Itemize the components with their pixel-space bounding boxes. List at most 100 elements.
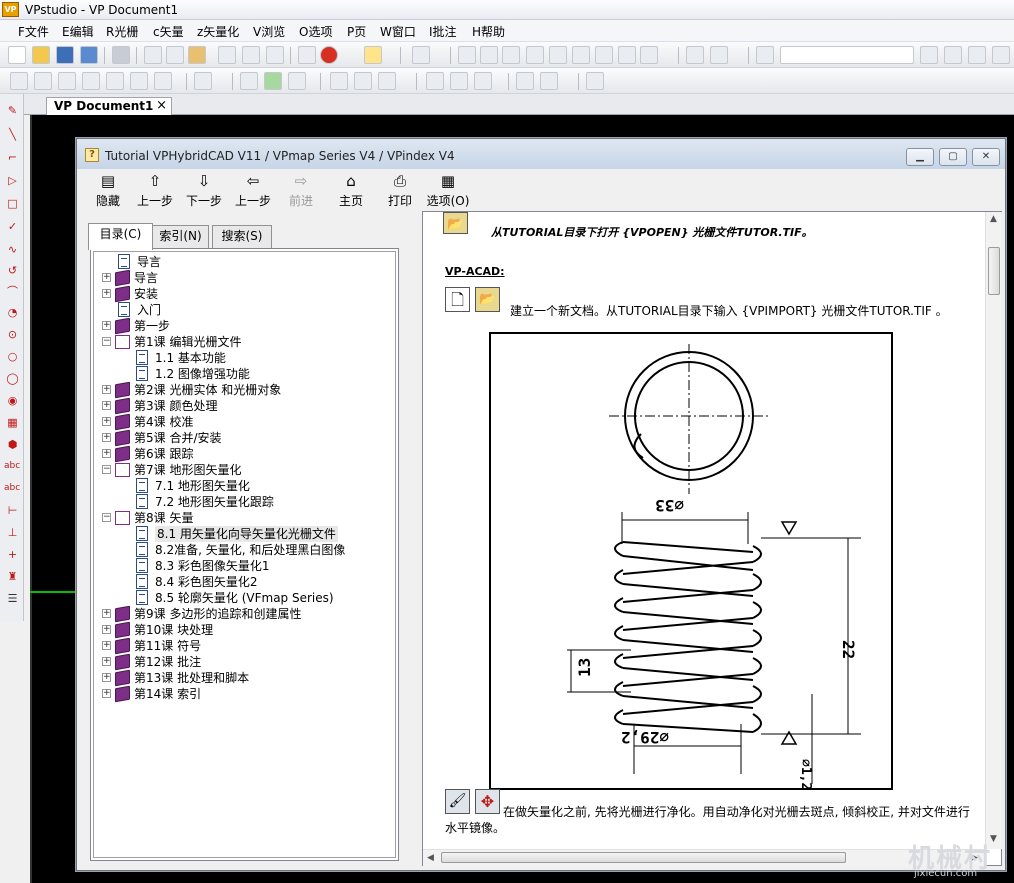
tab-vp-document1[interactable]: VP Document1 ×: [46, 97, 172, 116]
tab-index[interactable]: 索引(N): [152, 225, 209, 249]
save-as-icon[interactable]: [80, 46, 98, 64]
zoom-in-icon[interactable]: [549, 46, 567, 64]
tree-topic[interactable]: 导言: [94, 254, 395, 270]
crosshair-icon[interactable]: +: [6, 548, 19, 561]
help-wizard-icon[interactable]: [944, 46, 962, 64]
tree-topic[interactable]: 8.5 轮廓矢量化 (VFmap Series): [94, 590, 395, 606]
menu-vector[interactable]: c矢量: [153, 23, 184, 40]
tree-chapter[interactable]: + 第5课 合并/安装: [94, 429, 395, 447]
tree-topic[interactable]: 1.1 基本功能: [94, 350, 395, 366]
menu-annotate[interactable]: I批注: [429, 23, 457, 40]
expand-icon[interactable]: +: [102, 609, 111, 618]
zoom-out-icon[interactable]: [572, 46, 590, 64]
menu-raster[interactable]: R光栅: [106, 23, 138, 40]
tree-topic[interactable]: 7.2 地形图矢量化跟踪: [94, 494, 395, 510]
stop-icon[interactable]: [320, 46, 338, 64]
expand-icon[interactable]: +: [102, 657, 111, 666]
tree-chapter[interactable]: + 第9课 多边形的追踪和创建属性: [94, 605, 395, 623]
horizontal-scroll-thumb[interactable]: [441, 852, 846, 863]
wand-icon[interactable]: [474, 72, 492, 90]
print-icon[interactable]: [112, 46, 130, 64]
line-style-icon[interactable]: [194, 72, 212, 90]
tree-chapter[interactable]: + 安装: [94, 285, 395, 303]
scroll-left-icon[interactable]: ◀: [427, 853, 434, 863]
paste-icon[interactable]: [188, 46, 206, 64]
print-button[interactable]: ⎙ 打印: [383, 172, 417, 209]
ellipse-arc-icon[interactable]: ◔: [6, 306, 19, 319]
text-abc-icon[interactable]: abc: [4, 460, 20, 473]
arc-icon[interactable]: ↺: [6, 264, 19, 277]
snap-icon[interactable]: [10, 72, 28, 90]
redo-icon[interactable]: [242, 46, 260, 64]
select-icon[interactable]: [364, 46, 382, 64]
snap-tangent-icon[interactable]: [154, 72, 172, 90]
open-icon[interactable]: [32, 46, 50, 64]
polyline-icon[interactable]: ⌐: [6, 151, 19, 164]
circle-dot-icon[interactable]: ◉: [6, 394, 19, 407]
stamp-icon[interactable]: ♜: [6, 570, 19, 583]
polygon-icon[interactable]: ⬢: [6, 438, 19, 451]
circle-two-point-icon[interactable]: ◯: [6, 372, 19, 385]
expand-icon[interactable]: +: [102, 673, 111, 682]
tree-chapter[interactable]: + 第3课 颜色处理: [94, 397, 395, 415]
collapse-icon[interactable]: −: [102, 465, 111, 474]
tab-contents[interactable]: 目录(C): [88, 223, 153, 250]
zoom-icon[interactable]: [526, 46, 544, 64]
tree-chapter[interactable]: − 第7课 地形图矢量化: [94, 462, 395, 478]
attribute-icon[interactable]: ☰: [6, 592, 19, 605]
tree-chapter[interactable]: − 第8课 矢量: [94, 510, 395, 526]
pointer-icon[interactable]: [412, 46, 430, 64]
expand-icon[interactable]: +: [102, 385, 111, 394]
refresh-icon[interactable]: [266, 46, 284, 64]
rectangle-icon[interactable]: □: [6, 197, 19, 210]
menu-help[interactable]: H帮助: [472, 23, 505, 40]
pencil-icon[interactable]: ✎: [6, 104, 19, 117]
dimension-icon[interactable]: ⊢: [6, 504, 19, 517]
layers-icon[interactable]: [686, 46, 704, 64]
save-icon[interactable]: [56, 46, 74, 64]
tree-chapter[interactable]: + 第6课 跟踪: [94, 445, 395, 463]
forward-button[interactable]: ⇨ 前进: [284, 172, 318, 209]
batch-icon[interactable]: [516, 72, 534, 90]
image-icon[interactable]: [288, 72, 306, 90]
expand-icon[interactable]: +: [102, 321, 111, 330]
layer-delete-icon[interactable]: [710, 46, 728, 64]
script-icon[interactable]: [540, 72, 558, 90]
expand-icon[interactable]: +: [102, 433, 111, 442]
filter-icon[interactable]: [106, 72, 124, 90]
table-icon[interactable]: [354, 72, 372, 90]
zoom-extents-icon[interactable]: [640, 46, 658, 64]
check-icon[interactable]: ✓: [6, 220, 19, 233]
zoom-all-icon[interactable]: [480, 46, 498, 64]
circle-center-icon[interactable]: ⊙: [6, 328, 19, 341]
tree-topic[interactable]: 8.2准备, 矢量化, 和后处理黑白图像: [94, 542, 395, 558]
options-button[interactable]: ▦ 选项(O): [425, 172, 471, 209]
expand-icon[interactable]: +: [102, 417, 111, 426]
menu-edit[interactable]: E编辑: [62, 23, 94, 40]
text-icon[interactable]: [264, 72, 282, 90]
tree-chapter[interactable]: + 第一步: [94, 317, 395, 335]
close-icon[interactable]: ×: [156, 98, 167, 113]
hatch-icon[interactable]: ▦: [6, 416, 19, 429]
tree-chapter[interactable]: + 第11课 符号: [94, 637, 395, 655]
paint-icon[interactable]: [968, 46, 986, 64]
crop-icon[interactable]: [502, 46, 520, 64]
tree-chapter[interactable]: + 第2课 光栅实体 和光栅对象: [94, 381, 395, 399]
tree-topic[interactable]: 1.2 图像增强功能: [94, 366, 395, 382]
next-step-button[interactable]: ⇩ 下一步: [184, 172, 224, 209]
menu-view[interactable]: V浏览: [253, 23, 285, 40]
whats-this-icon[interactable]: [298, 46, 316, 64]
menu-page[interactable]: P页: [347, 23, 366, 40]
collapse-icon[interactable]: −: [102, 513, 111, 522]
menu-file[interactable]: F文件: [18, 23, 49, 40]
maximize-button[interactable]: ▢: [939, 148, 967, 166]
expand-icon[interactable]: +: [102, 401, 111, 410]
minimize-button[interactable]: ▁: [906, 148, 934, 166]
zoom-prev-icon[interactable]: [595, 46, 613, 64]
expand-icon[interactable]: +: [102, 449, 111, 458]
scroll-up-icon[interactable]: ▲: [990, 214, 997, 224]
pen-icon[interactable]: [920, 46, 938, 64]
tree-topic[interactable]: 7.1 地形图矢量化: [94, 478, 395, 494]
tree-topic[interactable]: 入门: [94, 302, 395, 318]
properties-icon[interactable]: [756, 46, 774, 64]
